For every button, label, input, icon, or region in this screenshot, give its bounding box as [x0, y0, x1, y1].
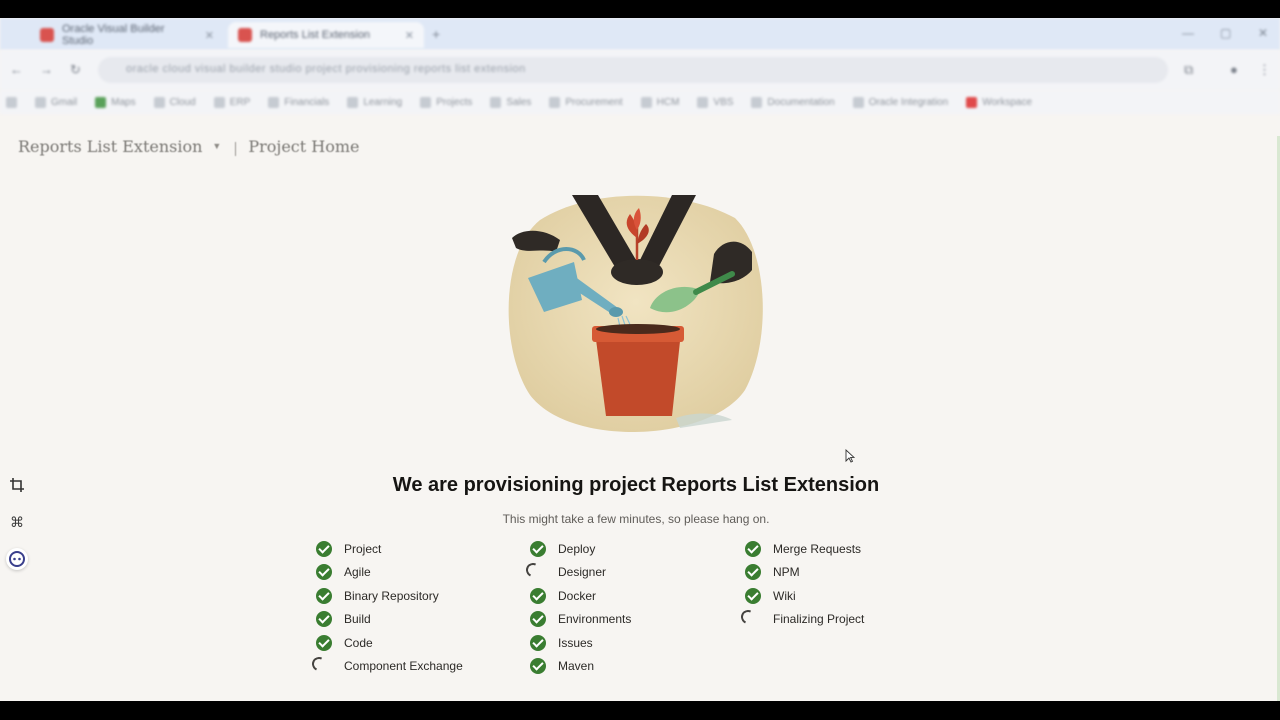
reload-icon[interactable]: ↻	[70, 62, 81, 78]
minimize-icon[interactable]: —	[1182, 26, 1194, 40]
bookmark-item[interactable]: Projects	[420, 96, 472, 108]
project-header: Reports List Extension ▼ Project Home	[18, 136, 360, 156]
mouse-cursor-icon	[845, 449, 855, 463]
crop-icon[interactable]	[6, 474, 28, 496]
bookmark-item[interactable]: Documentation	[751, 96, 835, 108]
checklist-item: NPM	[745, 561, 864, 585]
menu-icon[interactable]: ⋮	[1258, 62, 1271, 78]
checklist-item: Merge Requests	[745, 537, 864, 561]
checklist-item: Environments	[530, 608, 631, 632]
check-icon	[745, 564, 761, 581]
tab-title: Reports List Extension	[260, 29, 371, 41]
close-icon[interactable]: ✕	[205, 29, 214, 42]
address-url: oracle cloud visual builder studio proje…	[126, 63, 526, 75]
close-icon[interactable]: ✕	[405, 29, 414, 42]
check-icon	[316, 587, 332, 604]
checklist-item: Finalizing Project	[739, 608, 864, 632]
bookmark-item[interactable]: VBS	[697, 96, 733, 108]
checklist-item: Deploy	[530, 537, 631, 561]
check-icon	[530, 658, 546, 675]
bookmark-item[interactable]: Procurement	[549, 96, 623, 108]
tab-bar: Oracle Visual Builder Studio ✕ Reports L…	[0, 18, 1280, 50]
checklist-item: Project	[316, 537, 463, 561]
checklist-column: Deploy Designer Docker Environments Issu…	[524, 537, 631, 679]
page-subtitle: This might take a few minutes, so please…	[502, 512, 770, 526]
favicon-icon	[40, 28, 54, 42]
check-icon	[316, 564, 332, 581]
chevron-down-icon[interactable]: ▼	[212, 141, 221, 151]
checklist-item: Component Exchange	[310, 655, 463, 679]
bookmarks-bar: Gmail Maps Cloud ERP Financials Learning…	[0, 90, 1280, 114]
checklist-item: Build	[316, 608, 463, 632]
spinner-icon	[739, 608, 757, 627]
spinner-icon	[524, 561, 542, 580]
address-bar[interactable]: oracle cloud visual builder studio proje…	[98, 57, 1168, 83]
checklist-item: Designer	[524, 561, 631, 585]
browser-tab-active[interactable]: Reports List Extension ✕	[228, 22, 424, 48]
check-icon	[745, 540, 761, 557]
check-icon	[316, 634, 332, 651]
bookmark-item[interactable]: Gmail	[35, 96, 77, 108]
bookmark-item[interactable]: Oracle Integration	[852, 96, 948, 108]
check-icon	[530, 587, 546, 604]
bookmark-item[interactable]: Workspace	[966, 96, 1032, 108]
checklist-item: Binary Repository	[316, 584, 463, 608]
divider	[235, 142, 237, 156]
bookmark-item[interactable]: Learning	[347, 96, 402, 108]
spinner-icon	[310, 655, 328, 674]
tab-title: Oracle Visual Builder Studio	[62, 23, 165, 47]
check-icon	[745, 587, 761, 604]
page-title: We are provisioning project Reports List…	[392, 474, 880, 496]
checklist-column: Merge Requests NPM Wiki Finalizing Proje…	[739, 537, 864, 632]
checklist-item: Docker	[530, 584, 631, 608]
command-icon[interactable]: ⌘	[6, 511, 28, 533]
checklist-item: Agile	[316, 561, 463, 585]
bookmark-item[interactable]: Sales	[490, 96, 531, 108]
browser-tab[interactable]: Oracle Visual Builder Studio ✕	[30, 22, 224, 48]
apps-icon[interactable]	[6, 96, 17, 108]
check-icon	[316, 611, 332, 628]
close-window-icon[interactable]: ✕	[1258, 26, 1268, 40]
project-switcher[interactable]: Reports List Extension	[18, 137, 202, 156]
browser-window: Oracle Visual Builder Studio ✕ Reports L…	[0, 18, 1280, 701]
check-icon	[530, 634, 546, 651]
favicon-icon	[238, 28, 252, 42]
browser-toolbar: ← → ↻ oracle cloud visual builder studio…	[0, 50, 1280, 90]
breadcrumb-page[interactable]: Project Home	[248, 137, 359, 156]
extensions-icon[interactable]: ⧉	[1184, 62, 1193, 78]
bookmark-item[interactable]: Cloud	[153, 96, 196, 108]
bookmark-item[interactable]: Financials	[268, 96, 329, 108]
checklist-item: Code	[316, 631, 463, 655]
gardening-illustration	[508, 195, 763, 432]
check-icon	[316, 540, 332, 557]
back-icon[interactable]: ←	[10, 62, 23, 77]
profile-icon[interactable]: ●	[1230, 62, 1238, 77]
checklist-item: Maven	[530, 655, 631, 679]
bookmark-item[interactable]: Maps	[95, 96, 136, 108]
checklist-item: Issues	[530, 631, 631, 655]
bookmark-item[interactable]: ERP	[213, 96, 250, 108]
forward-icon[interactable]: →	[40, 62, 53, 77]
maximize-icon[interactable]: ▢	[1220, 26, 1231, 40]
assistant-icon[interactable]	[6, 548, 28, 570]
check-icon	[530, 611, 546, 628]
side-toolbar: ⌘	[0, 470, 36, 574]
bookmark-item[interactable]: HCM	[640, 96, 679, 108]
check-icon	[530, 540, 546, 557]
checklist-column: Project Agile Binary Repository Build Co…	[310, 537, 463, 679]
plus-icon[interactable]: +	[432, 26, 440, 42]
checklist-item: Wiki	[745, 584, 864, 608]
